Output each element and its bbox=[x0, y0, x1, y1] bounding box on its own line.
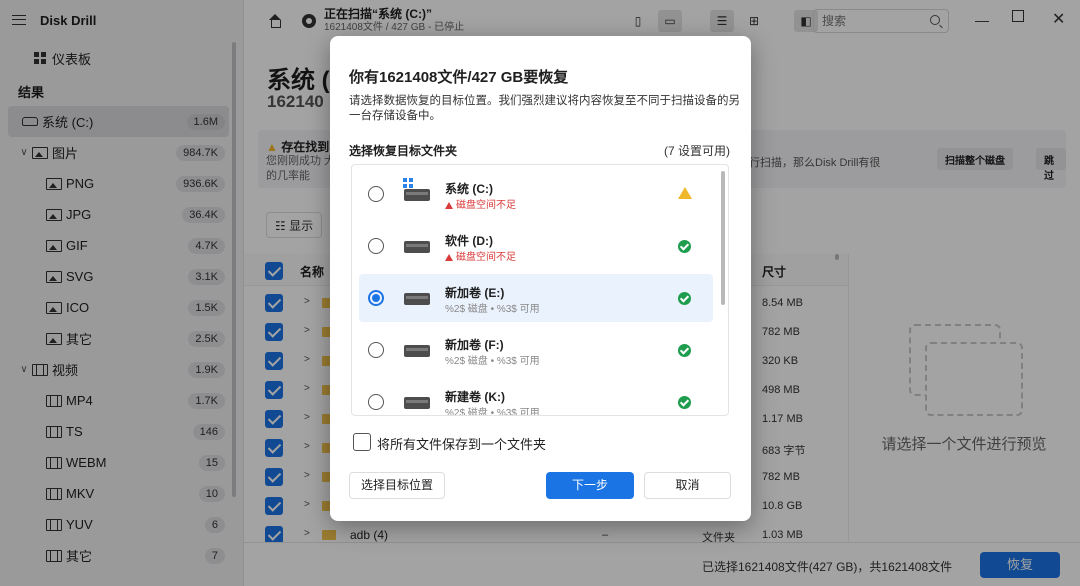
destination-list-scrollbar[interactable] bbox=[721, 171, 725, 305]
warning-icon bbox=[445, 254, 453, 261]
destination-item[interactable]: 新加卷 (F:) %2$ 磁盘 • %3$ 可用 bbox=[359, 326, 713, 374]
destination-name: 系统 (C:) bbox=[445, 182, 493, 196]
dialog-title: 你有1621408文件/427 GB要恢复 bbox=[349, 69, 569, 86]
disk-icon bbox=[404, 293, 430, 305]
disk-icon bbox=[404, 397, 430, 409]
destination-list: 系统 (C:) 磁盘空间不足 软件 (D:) 磁盘空间不足 新加卷 (E:) %2$ 磁盘… bbox=[351, 164, 729, 416]
check-status-icon bbox=[678, 240, 691, 253]
disk-icon bbox=[404, 241, 430, 253]
destination-radio[interactable] bbox=[368, 238, 384, 254]
available-count: (7 设置可用) bbox=[663, 144, 730, 158]
choose-destination-button[interactable]: 选择目标位置 bbox=[349, 472, 445, 499]
destination-name: 新建卷 (K:) bbox=[445, 390, 505, 404]
recovery-destination-dialog: 你有1621408文件/427 GB要恢复 请选择数据恢复的目标位置。我们强烈建… bbox=[330, 36, 751, 521]
destination-radio[interactable] bbox=[368, 394, 384, 410]
single-folder-checkbox[interactable] bbox=[353, 433, 371, 451]
destination-item[interactable]: 软件 (D:) 磁盘空间不足 bbox=[359, 222, 713, 270]
next-button[interactable]: 下一步 bbox=[546, 472, 634, 499]
destination-info: 磁盘空间不足 bbox=[445, 196, 516, 211]
destination-radio[interactable] bbox=[368, 290, 384, 306]
disk-icon bbox=[404, 345, 430, 357]
windows-icon bbox=[403, 178, 413, 188]
dialog-subtitle: 选择恢复目标文件夹 bbox=[349, 144, 458, 158]
destination-item[interactable]: 系统 (C:) 磁盘空间不足 bbox=[359, 170, 713, 218]
disk-icon bbox=[404, 189, 430, 201]
destination-radio[interactable] bbox=[368, 342, 384, 358]
warning-status-icon bbox=[678, 187, 692, 199]
cancel-button[interactable]: 取消 bbox=[644, 472, 731, 499]
warning-icon bbox=[445, 202, 453, 209]
destination-item[interactable]: 新建卷 (K:) %2$ 磁盘 • %3$ 可用 bbox=[359, 378, 713, 416]
destination-name: 新加卷 (F:) bbox=[445, 338, 504, 352]
dialog-description: 请选择数据恢复的目标位置。我们强烈建议将内容恢复至不同于扫描设备的另一台存储设备… bbox=[349, 95, 740, 122]
destination-item[interactable]: 新加卷 (E:) %2$ 磁盘 • %3$ 可用 bbox=[359, 274, 713, 322]
destination-radio[interactable] bbox=[368, 186, 384, 202]
destination-info: %2$ 磁盘 • %3$ 可用 bbox=[445, 356, 540, 367]
destination-info: %2$ 磁盘 • %3$ 可用 bbox=[445, 408, 540, 416]
destination-name: 新加卷 (E:) bbox=[445, 286, 505, 300]
destination-info: %2$ 磁盘 • %3$ 可用 bbox=[445, 304, 540, 315]
check-status-icon bbox=[678, 396, 691, 409]
destination-name: 软件 (D:) bbox=[445, 234, 493, 248]
check-status-icon bbox=[678, 344, 691, 357]
single-folder-label[interactable]: 将所有文件保存到一个文件夹 bbox=[377, 434, 546, 453]
destination-info: 磁盘空间不足 bbox=[445, 248, 516, 263]
check-status-icon bbox=[678, 292, 691, 305]
